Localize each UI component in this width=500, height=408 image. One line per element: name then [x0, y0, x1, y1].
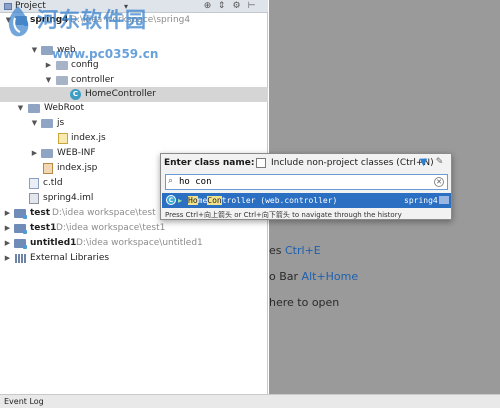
tree-item-label: test	[30, 208, 51, 218]
hint-shortcut: Ctrl+E	[285, 244, 321, 257]
tree-item-label: spring4.iml	[43, 193, 94, 203]
package-icon	[56, 61, 68, 70]
tree-item-label: test1	[30, 223, 57, 233]
tree-item-label: untitled1	[30, 238, 77, 248]
hide-icon[interactable]: ⊢	[246, 0, 257, 13]
tree-item-untitled1[interactable]: ▶ untitled1 D:\idea workspace\untitled1	[0, 236, 268, 251]
module-folder-icon	[14, 239, 27, 249]
include-non-project-label[interactable]: Include non-project classes (Ctrl+N)	[271, 158, 434, 168]
tree-item-controller[interactable]: ▼ controller	[0, 73, 268, 88]
tree-item-label: HomeController	[85, 89, 156, 99]
popup-title: Enter class name:	[164, 158, 255, 168]
panel-header: Project ▾ ⊕ ⇕ ⚙ ⊢	[0, 0, 268, 13]
jsp-file-icon	[43, 163, 53, 174]
tree-item-label: web	[57, 45, 76, 55]
tree-item-config[interactable]: ▶ config	[0, 58, 268, 73]
tree-item-homecontroller[interactable]: C HomeController	[0, 87, 268, 102]
event-log-button[interactable]: Event Log	[4, 395, 44, 408]
editor-hint-recent-files: es Ctrl+E	[269, 244, 321, 257]
tree-item-label: index.js	[71, 133, 106, 143]
collapse-icon[interactable]: ⇕	[216, 0, 227, 13]
class-icon: C	[70, 89, 81, 100]
folder-icon	[28, 104, 40, 113]
folder-icon	[41, 149, 53, 158]
tree-item-external-libraries[interactable]: ▶ External Libraries	[0, 251, 268, 266]
module-folder-icon	[14, 224, 27, 234]
collapsed-arrow-icon[interactable]: ▶	[3, 206, 12, 221]
tree-item-label: WEB-INF	[57, 148, 96, 158]
tree-item-label: spring4	[30, 15, 69, 25]
result-name-part: me	[197, 196, 208, 205]
match-highlight: Con	[207, 196, 222, 205]
libraries-icon	[15, 254, 26, 263]
tree-item-label: WebRoot	[44, 103, 85, 113]
tree-item-label: config	[71, 60, 99, 70]
package-icon	[56, 76, 68, 85]
hint-text: here to open	[269, 296, 340, 309]
popup-history-hint: Press Ctrl+向上箭头 or Ctrl+向下箭头 to navigate…	[165, 211, 402, 219]
tree-item-spring4[interactable]: ▼ spring4 D:\idea workspace\spring4	[0, 13, 268, 28]
class-search-input[interactable]	[179, 175, 419, 189]
collapsed-arrow-icon[interactable]: ▶	[3, 221, 12, 236]
tree-item-label: c.tld	[43, 178, 63, 188]
tld-file-icon	[29, 178, 39, 189]
class-search-field[interactable]: ⌕ ✕	[165, 174, 448, 190]
iml-file-icon	[29, 193, 39, 204]
pin-icon[interactable]: ✎	[434, 157, 445, 168]
expanded-arrow-icon[interactable]: ▼	[4, 13, 13, 28]
tree-item-label: External Libraries	[30, 253, 110, 263]
tree-item-webroot[interactable]: ▼ WebRoot	[0, 101, 268, 116]
tree-item-label: index.jsp	[57, 163, 98, 173]
hint-text: o Bar	[269, 270, 302, 283]
tree-item-web[interactable]: ▼ web	[0, 43, 268, 58]
search-icon: ⌕	[168, 176, 174, 186]
tree-item-js[interactable]: ▼ js	[0, 116, 268, 131]
collapsed-arrow-icon[interactable]: ▶	[44, 58, 53, 73]
collapsed-arrow-icon[interactable]: ▶	[3, 236, 12, 251]
tree-item-path: D:\idea workspace\spring4	[70, 15, 191, 25]
folder-icon	[41, 46, 53, 55]
expanded-arrow-icon[interactable]: ▼	[16, 101, 25, 116]
filter-icon[interactable]: ▼	[418, 157, 429, 168]
expanded-arrow-icon[interactable]: ▼	[44, 73, 53, 88]
goto-class-popup: Enter class name: Include non-project cl…	[160, 153, 452, 220]
tree-item-path: D:\idea workspace\test1	[56, 223, 166, 233]
include-non-project-checkbox[interactable]	[256, 158, 266, 168]
collapsed-arrow-icon[interactable]: ▶	[3, 251, 12, 266]
module-folder-icon	[439, 196, 449, 204]
js-file-icon	[58, 133, 68, 144]
module-folder-icon	[15, 16, 28, 26]
match-highlight: Ho	[188, 196, 198, 205]
hint-shortcut: Alt+Home	[301, 270, 359, 283]
result-name-part: troller	[221, 196, 256, 205]
editor-hint-drop-files: here to open	[269, 296, 339, 309]
tree-item-label: controller	[71, 75, 114, 85]
tree-item-path: D:\idea workspace\untitled1	[76, 238, 203, 248]
panel-dropdown-chevron-icon[interactable]: ▾	[124, 0, 128, 13]
public-visibility-icon: ▸	[178, 196, 183, 205]
settings-icon[interactable]: ⚙	[231, 0, 242, 13]
editor-hint-navigation-bar: o Bar Alt+Home	[269, 270, 358, 283]
expanded-arrow-icon[interactable]: ▼	[30, 43, 39, 58]
panel-title[interactable]: Project	[15, 0, 46, 13]
expanded-arrow-icon[interactable]: ▼	[30, 116, 39, 131]
project-view-icon	[4, 3, 12, 10]
tree-item-label: js	[57, 118, 65, 128]
tree-item-path: D:\idea workspace\test	[52, 208, 156, 218]
result-module: spring4	[404, 196, 438, 205]
collapsed-arrow-icon[interactable]: ▶	[30, 146, 39, 161]
result-package: (web.controller)	[260, 196, 338, 205]
folder-icon	[41, 119, 53, 128]
module-folder-icon	[14, 209, 27, 219]
tree-item-index-js[interactable]: index.js	[0, 131, 268, 146]
tree-item-test1[interactable]: ▶ test1 D:\idea workspace\test1	[0, 221, 268, 236]
result-item-homecontroller[interactable]: C ▸ HomeController (web.controller) spri…	[162, 193, 451, 208]
hint-text: es	[269, 244, 285, 257]
target-icon[interactable]: ⊕	[202, 0, 213, 13]
class-icon: C	[166, 195, 176, 205]
clear-icon[interactable]: ✕	[434, 177, 444, 187]
result-class-name: HomeController (web.controller)	[188, 193, 337, 208]
status-bar: Event Log	[0, 394, 500, 408]
